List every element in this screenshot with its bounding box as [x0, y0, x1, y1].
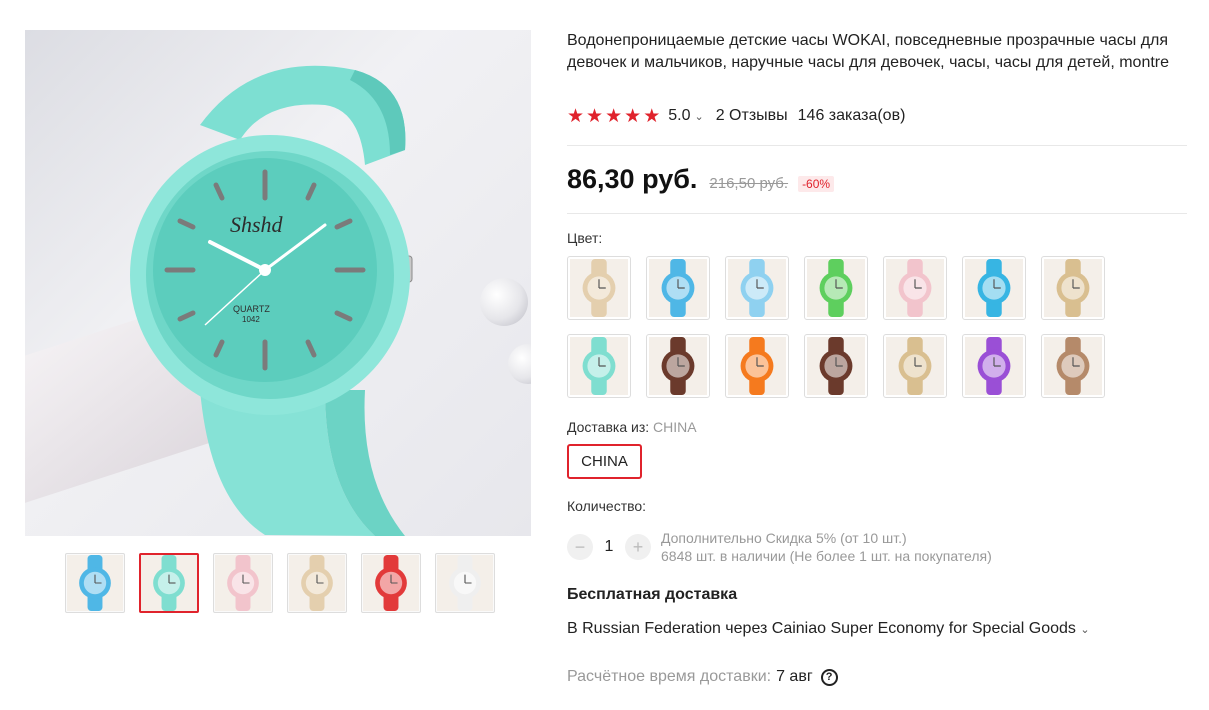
- quantity-minus-button[interactable]: −: [567, 534, 593, 560]
- stock-note: 6848 шт. в наличии (Не более 1 шт. на по…: [661, 548, 992, 564]
- color-option-lightblue-watch[interactable]: [725, 256, 789, 320]
- color-label: Цвет:: [567, 230, 603, 246]
- quantity-plus-button[interactable]: +: [625, 534, 651, 560]
- delivery-method[interactable]: В Russian Federation через Cainiao Super…: [567, 620, 1187, 638]
- thumbnail-mint-watch[interactable]: [139, 553, 199, 613]
- color-option-beige-watch[interactable]: [883, 334, 947, 398]
- thumbnail-strip: [65, 553, 495, 613]
- color-option-mint-watch[interactable]: [567, 334, 631, 398]
- color-option-pink-watch[interactable]: [883, 256, 947, 320]
- price-row: 86,30 руб. 216,50 руб. -60%: [567, 164, 1187, 195]
- current-price: 86,30 руб.: [567, 164, 698, 194]
- star-icon: ★: [605, 105, 623, 127]
- estimate-label: Расчётное время доставки:: [567, 668, 772, 685]
- color-option-tan-watch[interactable]: [1041, 334, 1105, 398]
- color-option-purple-watch[interactable]: [962, 334, 1026, 398]
- divider: [567, 145, 1187, 146]
- star-icon: ★: [624, 105, 642, 127]
- estimate-date: 7 авг: [776, 668, 813, 685]
- quantity-info: Дополнительно Скидка 5% (от 10 шт.) 6848…: [661, 529, 992, 565]
- color-option-beige-watch[interactable]: [1041, 256, 1105, 320]
- ship-from-row: Доставка из: CHINA: [567, 419, 1187, 435]
- chevron-down-icon[interactable]: ⌄: [1080, 624, 1089, 636]
- star-icon: ★: [643, 105, 661, 127]
- divider: [567, 213, 1187, 214]
- star-icon: ★: [586, 105, 604, 127]
- thumbnail-blue-watch[interactable]: [65, 553, 125, 613]
- help-icon[interactable]: ?: [820, 668, 838, 686]
- watch-label-line2: 1042: [242, 315, 260, 324]
- old-price: 216,50 руб.: [709, 175, 789, 192]
- rating-stars: ★ ★ ★ ★ ★: [567, 107, 660, 126]
- main-product-image[interactable]: Shshd QUARTZ 1042: [25, 30, 531, 536]
- ship-from-value: CHINA: [653, 419, 697, 435]
- orders-count: 146 заказа(ов): [797, 107, 906, 124]
- color-option-beige-watch[interactable]: [567, 256, 631, 320]
- color-swatches: [567, 256, 1127, 398]
- bulk-discount-note: Дополнительно Скидка 5% (от 10 шт.): [661, 530, 907, 546]
- product-title: Водонепроницаемые детские часы WOKAI, по…: [567, 32, 1170, 71]
- thumbnail-white-watch[interactable]: [435, 553, 495, 613]
- color-option-orange-watch[interactable]: [725, 334, 789, 398]
- thumbnail-red-watch[interactable]: [361, 553, 421, 613]
- rating-row: ★ ★ ★ ★ ★ 5.0 ⌄ 2 Отзывы 146 заказа(ов): [567, 106, 1187, 126]
- quantity-label: Количество:: [567, 498, 647, 514]
- star-icon: ★: [567, 105, 585, 127]
- color-option-brown-watch[interactable]: [804, 334, 868, 398]
- color-option-blue-watch[interactable]: [646, 256, 710, 320]
- thumbnail-pink-watch[interactable]: [213, 553, 273, 613]
- ship-from-label: Доставка из:: [567, 419, 650, 435]
- thumbnail-beige-watch[interactable]: [287, 553, 347, 613]
- watch-label-line1: QUARTZ: [233, 304, 270, 314]
- delivery-title: Бесплатная доставка: [567, 586, 738, 603]
- watch-brand-text: Shshd: [230, 212, 284, 237]
- color-option-sky-watch[interactable]: [962, 256, 1026, 320]
- quantity-stepper: − 1 + Дополнительно Скидка 5% (от 10 шт.…: [567, 529, 1187, 565]
- quantity-input[interactable]: 1: [593, 538, 625, 556]
- delivery-method-text[interactable]: В Russian Federation через Cainiao Super…: [567, 620, 1076, 637]
- color-option-green-watch[interactable]: [804, 256, 868, 320]
- watch-illustration: Shshd QUARTZ 1042: [130, 65, 413, 536]
- reviews-link[interactable]: 2 Отзывы: [716, 107, 788, 125]
- discount-badge: -60%: [798, 176, 835, 192]
- chevron-down-icon[interactable]: ⌄: [694, 110, 703, 123]
- delivery-estimate: Расчётное время доставки: 7 авг ?: [567, 668, 1187, 686]
- color-option-brown-watch[interactable]: [646, 334, 710, 398]
- ship-from-option[interactable]: CHINA: [567, 444, 642, 479]
- rating-score[interactable]: 5.0: [668, 107, 690, 125]
